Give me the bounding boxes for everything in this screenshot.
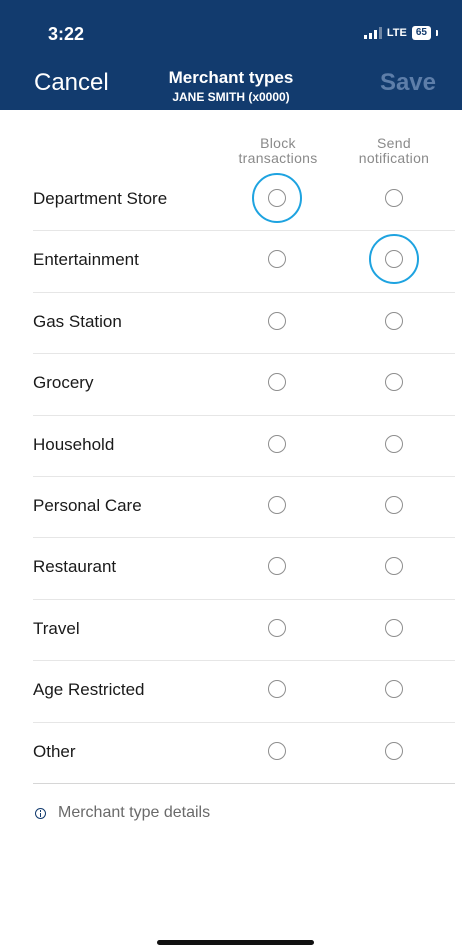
merchant-type-row: Gas Station — [33, 293, 455, 355]
highlight-ring — [369, 234, 419, 285]
block-transactions-radio[interactable] — [268, 680, 286, 699]
send-notification-radio[interactable] — [385, 741, 403, 760]
merchant-type-details-link[interactable]: Merchant type details — [35, 804, 210, 822]
merchant-type-label: Restaurant — [33, 557, 117, 577]
merchant-type-row: Age Restricted — [33, 661, 455, 723]
merchant-type-row: Department Store — [33, 170, 455, 232]
status-time: 3:22 — [48, 24, 85, 44]
send-notification-radio[interactable] — [385, 373, 403, 392]
merchant-type-label: Personal Care — [33, 495, 142, 515]
merchant-type-label: Grocery — [33, 373, 94, 393]
block-transactions-radio[interactable] — [268, 495, 286, 514]
send-notification-radio[interactable] — [385, 557, 403, 576]
block-transactions-radio[interactable] — [268, 741, 286, 760]
send-notification-radio[interactable] — [385, 311, 403, 330]
merchant-type-row: Grocery — [33, 354, 455, 416]
merchant-type-row: Personal Care — [33, 477, 455, 539]
send-notification-radio[interactable] — [385, 189, 403, 207]
battery-icon: 65 — [411, 26, 431, 40]
block-transactions-radio[interactable] — [268, 618, 286, 637]
merchant-type-row: Travel — [33, 600, 455, 662]
send-notification-header: Send notification — [343, 136, 445, 166]
block-transactions-radio[interactable] — [268, 311, 286, 330]
block-header-line2: transactions — [238, 150, 318, 166]
block-transactions-radio[interactable] — [268, 373, 286, 392]
block-transactions-header: Block transactions — [228, 136, 328, 166]
block-transactions-radio[interactable] — [268, 434, 286, 453]
save-button[interactable]: Save — [380, 69, 436, 97]
merchant-type-row: Household — [33, 416, 455, 477]
merchant-type-row: Restaurant — [33, 538, 455, 600]
battery-cap — [436, 30, 438, 36]
merchant-type-label: Gas Station — [33, 311, 122, 331]
merchant-type-label: Department Store — [33, 189, 168, 208]
send-notification-radio[interactable] — [385, 434, 403, 453]
block-transactions-radio[interactable] — [268, 250, 286, 269]
info-icon — [35, 807, 46, 819]
merchant-type-label: Entertainment — [33, 250, 139, 270]
block-header-line1: Block — [260, 135, 296, 151]
merchant-type-label: Age Restricted — [33, 680, 145, 700]
notify-header-line2: notification — [358, 150, 430, 166]
merchant-type-row: Other — [33, 723, 455, 784]
highlight-ring — [252, 173, 302, 223]
send-notification-radio[interactable] — [385, 618, 403, 637]
home-indicator — [157, 940, 314, 945]
notify-header-line1: Send — [377, 135, 411, 151]
block-transactions-radio[interactable] — [268, 557, 286, 576]
merchant-type-label: Travel — [33, 618, 80, 638]
merchant-type-list: Department Store Entertainment Gas Station… — [33, 170, 455, 784]
merchant-type-row: Entertainment — [33, 231, 455, 293]
send-notification-radio[interactable] — [385, 680, 403, 699]
navigation-header: 3:22 LTE 65 Cancel Merchant types JANE S… — [0, 0, 462, 110]
merchant-type-label: Other — [33, 741, 76, 761]
merchant-type-label: Household — [33, 434, 115, 454]
send-notification-radio[interactable] — [385, 495, 403, 514]
merchant-type-details-label: Merchant type details — [58, 804, 211, 821]
status-indicators: LTE 65 — [363, 26, 438, 40]
signal-icon — [363, 27, 382, 39]
network-label: LTE — [386, 27, 407, 39]
